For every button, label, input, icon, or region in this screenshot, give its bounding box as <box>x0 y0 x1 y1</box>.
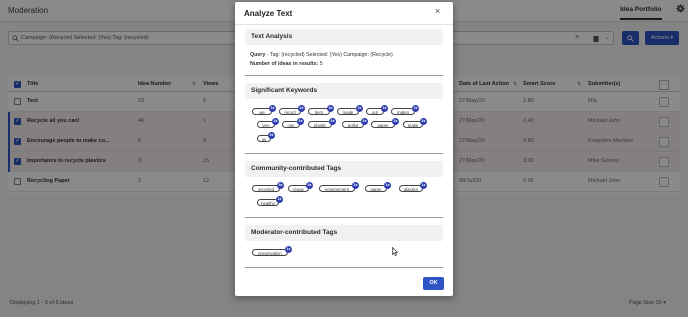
tag-chip-label: paper <box>370 186 382 192</box>
tag-count-badge: 2x <box>381 105 388 112</box>
idea-count-value: 5 <box>318 61 323 67</box>
tag-count-badge: 2x <box>297 118 304 125</box>
tag-chip-label: made <box>342 109 354 115</box>
tag-chip[interactable]: plastics 1x <box>399 182 427 192</box>
tag-chip-label: environment <box>325 186 349 192</box>
divider <box>245 153 443 154</box>
section-title: Significant Keywords <box>251 87 318 94</box>
divider <box>235 24 453 25</box>
tag-count-badge: 3x <box>306 182 313 189</box>
dialog-title: Analyze Text <box>244 9 293 18</box>
tag-chip-label: item <box>314 109 324 115</box>
tag-chip[interactable]: environment 2x <box>319 182 359 192</box>
tag-chip-label: healthy <box>261 200 275 206</box>
tag-chip[interactable]: ven 2x <box>257 118 279 128</box>
tag-count-badge: 1x <box>276 196 283 203</box>
tag-chip[interactable]: recycl 2x <box>279 105 305 115</box>
divider <box>245 267 443 268</box>
tag-count-badge: 2x <box>412 105 419 112</box>
tag-chip[interactable]: us 2x <box>257 132 275 142</box>
tag-chip[interactable]: item 2x <box>308 105 334 115</box>
mouse-cursor-icon <box>392 247 398 256</box>
tag-count-badge: 2x <box>268 132 275 139</box>
close-icon[interactable]: × <box>435 7 440 16</box>
ok-button[interactable]: OK <box>423 277 444 290</box>
tag-chip[interactable]: materi 2x <box>391 105 419 115</box>
tag-count-badge: 2x <box>361 118 368 125</box>
section-title: Community-contributed Tags <box>251 165 342 172</box>
analyze-text-dialog: Analyze Text × Text Analysis Query - Tag… <box>235 2 453 296</box>
idea-count-label: Number of ideas in results: <box>250 61 319 67</box>
tag-count-badge: 2x <box>352 182 359 189</box>
query-label: Query <box>250 52 266 58</box>
tag-chip-label: pollut <box>347 122 359 128</box>
divider <box>245 217 443 218</box>
tag-chip[interactable]: plastic 2x <box>308 118 336 128</box>
tag-chip[interactable]: paper 2x <box>371 118 399 128</box>
tag-chip[interactable]: pollut 2x <box>342 118 368 128</box>
tag-chip[interactable]: can 2x <box>282 118 304 128</box>
keywords-header: Significant Keywords <box>245 83 443 99</box>
tag-chip[interactable]: paper 1x <box>365 182 391 192</box>
section-title: Moderator-contributed Tags <box>251 229 338 236</box>
tag-count-badge: 2x <box>298 105 305 112</box>
tag-chip-label: recycl <box>284 109 296 115</box>
tag-count-badge: 2x <box>329 118 336 125</box>
tag-count-badge: 2x <box>420 118 427 125</box>
tag-chip-label: make <box>407 122 419 128</box>
query-value: - Tag: (recycled) Selected: (Yes) Campai… <box>265 52 393 58</box>
community-tags-header: Community-contributed Tags <box>245 161 443 177</box>
tag-chip-label: paper <box>377 122 389 128</box>
tag-chip[interactable]: recycled 5x <box>252 182 284 192</box>
tag-chip[interactable]: reuse 3x <box>288 182 313 192</box>
tag-count-badge: 2x <box>327 105 334 112</box>
tag-chip-label: reuse <box>293 186 304 192</box>
tag-chip-label: plastic <box>313 122 327 128</box>
tag-chip-label: preservation <box>258 250 282 256</box>
tag-chip[interactable]: healthy 1x <box>257 196 283 206</box>
divider <box>245 75 443 76</box>
tag-chip[interactable]: preservation 1x <box>252 246 292 256</box>
tag-count-badge: 2x <box>269 105 276 112</box>
query-line: Query - Tag: (recycled) Selected: (Yes) … <box>250 52 393 58</box>
tag-count-badge: 1x <box>285 246 292 253</box>
tag-count-badge: 1x <box>384 182 391 189</box>
text-analysis-header: Text Analysis <box>245 29 443 45</box>
tag-count-badge: 2x <box>272 118 279 125</box>
tag-chip[interactable]: make 2x <box>403 118 427 128</box>
tag-count-badge: 1x <box>420 182 427 189</box>
section-title: Text Analysis <box>251 33 293 40</box>
tag-chip[interactable]: our 2x <box>366 105 388 115</box>
tag-chip[interactable]: made 2x <box>337 105 363 115</box>
idea-count-line: Number of ideas in results: 5 <box>250 61 323 67</box>
tag-count-badge: 2x <box>392 118 399 125</box>
moderator-tags-header: Moderator-contributed Tags <box>245 225 443 241</box>
tag-count-badge: 5x <box>277 182 284 189</box>
tag-chip[interactable]: we 2x <box>252 105 276 115</box>
tag-chip-label: materi <box>397 109 409 115</box>
tag-chip-label: plastics <box>403 186 419 192</box>
tag-chip-label: recycled <box>257 186 274 192</box>
tag-count-badge: 2x <box>356 105 363 112</box>
tag-chip-label: we <box>259 109 265 115</box>
